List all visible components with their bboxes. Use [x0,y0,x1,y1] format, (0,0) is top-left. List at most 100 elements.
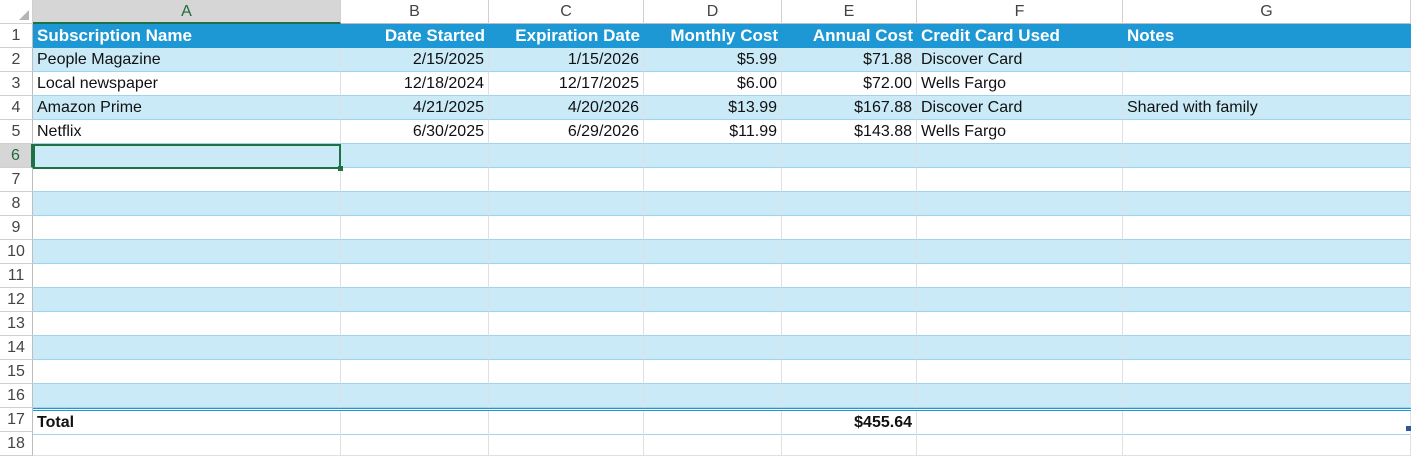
row-header-2[interactable]: 2 [0,48,33,72]
empty-cell[interactable] [489,264,644,288]
row-header-11[interactable]: 11 [0,264,33,288]
select-all-corner[interactable] [0,0,33,24]
empty-cell[interactable] [341,168,489,192]
table-resize-handle[interactable] [1406,426,1411,431]
empty-cell[interactable] [917,240,1123,264]
row-header-1[interactable]: 1 [0,24,33,48]
empty-cell[interactable] [782,360,917,384]
row-header-4[interactable]: 4 [0,96,33,120]
empty-cell[interactable] [341,192,489,216]
empty-cell[interactable] [33,168,341,192]
empty-cell[interactable] [489,312,644,336]
cell-credit-card[interactable]: Discover Card [917,48,1123,72]
row-header-13[interactable]: 13 [0,312,33,336]
row-header-14[interactable]: 14 [0,336,33,360]
empty-cell[interactable] [917,336,1123,360]
empty-cell[interactable] [489,288,644,312]
empty-cell[interactable] [782,384,917,408]
empty-cell[interactable] [341,336,489,360]
empty-cell[interactable] [489,432,644,456]
cell-annual-cost[interactable]: $71.88 [782,48,917,72]
empty-cell[interactable] [644,264,782,288]
column-header-d[interactable]: D [644,0,782,24]
empty-cell[interactable] [33,360,341,384]
column-header-a[interactable]: A [33,0,341,24]
cell-credit-card[interactable]: Wells Fargo [917,72,1123,96]
empty-cell[interactable] [33,144,341,168]
row-header-5[interactable]: 5 [0,120,33,144]
empty-cell[interactable] [782,336,917,360]
header-cell-notes[interactable]: Notes [1123,24,1411,48]
cell-expiration-date[interactable]: 1/15/2026 [489,48,644,72]
cell-expiration-date[interactable]: 4/20/2026 [489,96,644,120]
empty-cell[interactable] [33,336,341,360]
empty-cell[interactable] [917,216,1123,240]
empty-cell[interactable] [917,168,1123,192]
row-header-6[interactable]: 6 [0,144,33,168]
empty-cell[interactable] [489,168,644,192]
row-header-8[interactable]: 8 [0,192,33,216]
empty-cell[interactable] [644,168,782,192]
cell-notes[interactable] [1123,120,1411,144]
cell-subscription-name[interactable]: Netflix [33,120,341,144]
row-header-9[interactable]: 9 [0,216,33,240]
empty-cell[interactable] [917,312,1123,336]
empty-cell[interactable] [644,216,782,240]
cell-expiration-date[interactable]: 12/17/2025 [489,72,644,96]
row-header-16[interactable]: 16 [0,384,33,408]
cell-annual-cost[interactable]: $143.88 [782,120,917,144]
empty-cell[interactable] [644,144,782,168]
cell-notes[interactable]: Shared with family [1123,96,1411,120]
header-cell-date-started[interactable]: Date Started [341,24,489,48]
empty-cell[interactable] [341,432,489,456]
empty-cell[interactable] [489,360,644,384]
cell-annual-cost[interactable]: $72.00 [782,72,917,96]
row-header-15[interactable]: 15 [0,360,33,384]
row-header-18[interactable]: 18 [0,432,33,456]
empty-cell[interactable] [917,384,1123,408]
empty-cell[interactable] [341,264,489,288]
empty-cell[interactable] [917,288,1123,312]
empty-cell[interactable] [1123,312,1411,336]
row-header-12[interactable]: 12 [0,288,33,312]
row-header-10[interactable]: 10 [0,240,33,264]
empty-cell[interactable] [33,240,341,264]
header-cell-subscription-name[interactable]: Subscription Name [33,24,341,48]
empty-cell[interactable] [341,360,489,384]
row-header-3[interactable]: 3 [0,72,33,96]
empty-cell[interactable] [341,144,489,168]
empty-cell[interactable] [644,312,782,336]
cell-date-started[interactable]: 6/30/2025 [341,120,489,144]
empty-cell[interactable] [917,432,1123,456]
empty-cell[interactable] [489,216,644,240]
row-header-17[interactable]: 17 [0,408,33,432]
header-cell-monthly-cost[interactable]: Monthly Cost [644,24,782,48]
empty-cell[interactable] [917,360,1123,384]
empty-cell[interactable] [1123,168,1411,192]
empty-cell[interactable] [644,240,782,264]
empty-cell[interactable] [33,432,341,456]
empty-cell[interactable] [341,312,489,336]
empty-cell[interactable] [917,144,1123,168]
column-header-g[interactable]: G [1123,0,1411,24]
empty-cell[interactable] [644,288,782,312]
empty-cell[interactable] [1123,432,1411,456]
cell-expiration-date[interactable]: 6/29/2026 [489,120,644,144]
empty-cell[interactable] [644,384,782,408]
empty-cell[interactable] [33,312,341,336]
column-header-b[interactable]: B [341,0,489,24]
empty-cell[interactable] [1123,336,1411,360]
empty-cell[interactable] [782,144,917,168]
empty-cell[interactable] [33,264,341,288]
cell-credit-card[interactable]: Discover Card [917,96,1123,120]
cell-subscription-name[interactable]: People Magazine [33,48,341,72]
empty-cell[interactable] [1123,384,1411,408]
empty-cell[interactable] [644,432,782,456]
cell-credit-card[interactable]: Wells Fargo [917,120,1123,144]
empty-cell[interactable] [489,192,644,216]
empty-cell[interactable] [489,336,644,360]
column-header-f[interactable]: F [917,0,1123,24]
header-cell-expiration-date[interactable]: Expiration Date [489,24,644,48]
empty-cell[interactable] [1123,288,1411,312]
empty-cell[interactable] [489,240,644,264]
